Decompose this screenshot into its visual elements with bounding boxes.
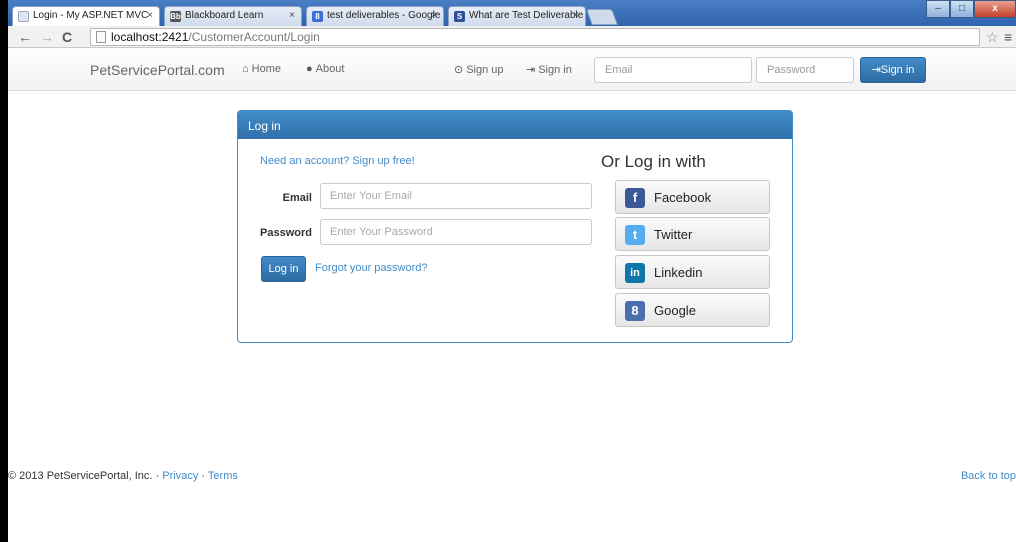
menu-icon[interactable]: ≡ <box>1004 28 1012 46</box>
signup-icon: ⊙ <box>454 64 464 76</box>
twitter-icon: t <box>625 225 645 245</box>
navbar-password-input[interactable] <box>756 57 854 83</box>
google-plus-icon: 8 <box>625 301 645 321</box>
login-panel: Log in Need an account? Sign up free! Em… <box>237 110 793 343</box>
forward-arrow-icon[interactable]: → <box>40 28 54 46</box>
url-host: localhost:2421 <box>111 30 189 44</box>
new-tab-button[interactable] <box>586 9 618 25</box>
nav-signup-label: Sign up <box>466 64 504 76</box>
blackboard-icon: Bb <box>170 11 181 22</box>
login-icon: ⇥ <box>871 64 881 76</box>
email-label: Email <box>282 192 312 204</box>
site-navbar: PetServicePortal.com ⌂ Home ● About ⊙ Sign … <box>8 49 1016 91</box>
google-label: Google <box>654 303 696 318</box>
copyright-text: © 2013 PetServicePortal, Inc. <box>8 470 153 482</box>
email-field[interactable] <box>320 183 592 209</box>
brand-link[interactable]: PetServicePortal.com <box>90 62 225 78</box>
tab-google-search[interactable]: 8 test deliverables - Google × <box>306 6 444 26</box>
navbar-signin-label: Sign in <box>880 64 915 76</box>
forgot-password-link[interactable]: Forgot your password? <box>315 262 428 274</box>
privacy-link[interactable]: Privacy <box>162 470 198 482</box>
maximize-button[interactable]: □ <box>950 0 974 18</box>
address-bar: ← → C localhost:2421/CustomerAccount/Log… <box>8 26 1016 48</box>
tab-title: test deliverables - Google <box>327 10 441 21</box>
reload-icon[interactable]: C <box>62 28 72 46</box>
facebook-icon: f <box>625 188 645 208</box>
url-input[interactable]: localhost:2421/CustomerAccount/Login <box>90 28 980 46</box>
browser-window: Login - My ASP.NET MVC × Bb Blackboard L… <box>0 0 1016 542</box>
window-controls: – □ x <box>926 0 1016 18</box>
back-to-top-link[interactable]: Back to top <box>961 470 1016 482</box>
info-icon: ● <box>306 63 313 75</box>
navbar-signin-button[interactable]: ⇥Sign in <box>860 57 926 83</box>
twitter-label: Twitter <box>654 227 693 242</box>
nav-about[interactable]: ● About <box>306 63 344 75</box>
tab-close-icon[interactable]: × <box>431 10 437 21</box>
tab-login[interactable]: Login - My ASP.NET MVC × <box>12 6 160 26</box>
tab-close-icon[interactable]: × <box>147 10 153 21</box>
home-icon: ⌂ <box>242 63 249 75</box>
minimize-button[interactable]: – <box>926 0 950 18</box>
linkedin-login-button[interactable]: in Linkedin <box>615 255 770 289</box>
star-icon[interactable]: ☆ <box>986 28 999 46</box>
nav-about-label: About <box>315 63 345 75</box>
nav-signin-label: Sign in <box>538 64 572 76</box>
google-icon: 8 <box>312 11 323 22</box>
facebook-label: Facebook <box>654 190 712 205</box>
signup-link[interactable]: Need an account? Sign up free! <box>260 155 415 167</box>
panel-heading: Log in <box>238 111 792 139</box>
footer-separator: · <box>201 470 206 482</box>
login-icon: ⇥ <box>526 64 536 76</box>
tab-close-icon[interactable]: × <box>289 10 295 21</box>
nav-home[interactable]: ⌂ Home <box>242 63 281 75</box>
stm-icon: S <box>454 11 465 22</box>
tab-close-icon[interactable]: × <box>573 10 579 21</box>
password-field[interactable] <box>320 219 592 245</box>
close-window-button[interactable]: x <box>974 0 1016 18</box>
google-login-button[interactable]: 8 Google <box>615 293 770 327</box>
terms-link[interactable]: Terms <box>208 470 238 482</box>
tab-title: Login - My ASP.NET MVC <box>33 10 149 21</box>
nav-signin[interactable]: ⇥ Sign in <box>526 63 572 76</box>
twitter-login-button[interactable]: t Twitter <box>615 217 770 251</box>
facebook-login-button[interactable]: f Facebook <box>615 180 770 214</box>
footer-separator: · <box>155 470 160 482</box>
linkedin-icon: in <box>625 263 645 283</box>
nav-home-label: Home <box>251 63 281 75</box>
tab-title: What are Test Deliverable <box>469 10 584 21</box>
page-icon <box>18 11 29 22</box>
page-icon <box>96 31 106 43</box>
navbar-email-input[interactable] <box>594 57 752 83</box>
social-login-title: Or Log in with <box>601 152 706 171</box>
url-path: /CustomerAccount/Login <box>188 30 320 44</box>
tab-test-deliverables[interactable]: S What are Test Deliverable × <box>448 6 586 26</box>
tab-blackboard[interactable]: Bb Blackboard Learn × <box>164 6 302 26</box>
linkedin-label: Linkedin <box>654 265 703 280</box>
nav-signup[interactable]: ⊙ Sign up <box>454 63 504 76</box>
back-arrow-icon[interactable]: ← <box>18 28 32 46</box>
login-button[interactable]: Log in <box>261 256 306 282</box>
footer-copyright: © 2013 PetServicePortal, Inc. · Privacy … <box>8 470 238 482</box>
password-label: Password <box>260 227 312 239</box>
tab-title: Blackboard Learn <box>185 10 264 21</box>
browser-titlebar: Login - My ASP.NET MVC × Bb Blackboard L… <box>8 0 1016 26</box>
